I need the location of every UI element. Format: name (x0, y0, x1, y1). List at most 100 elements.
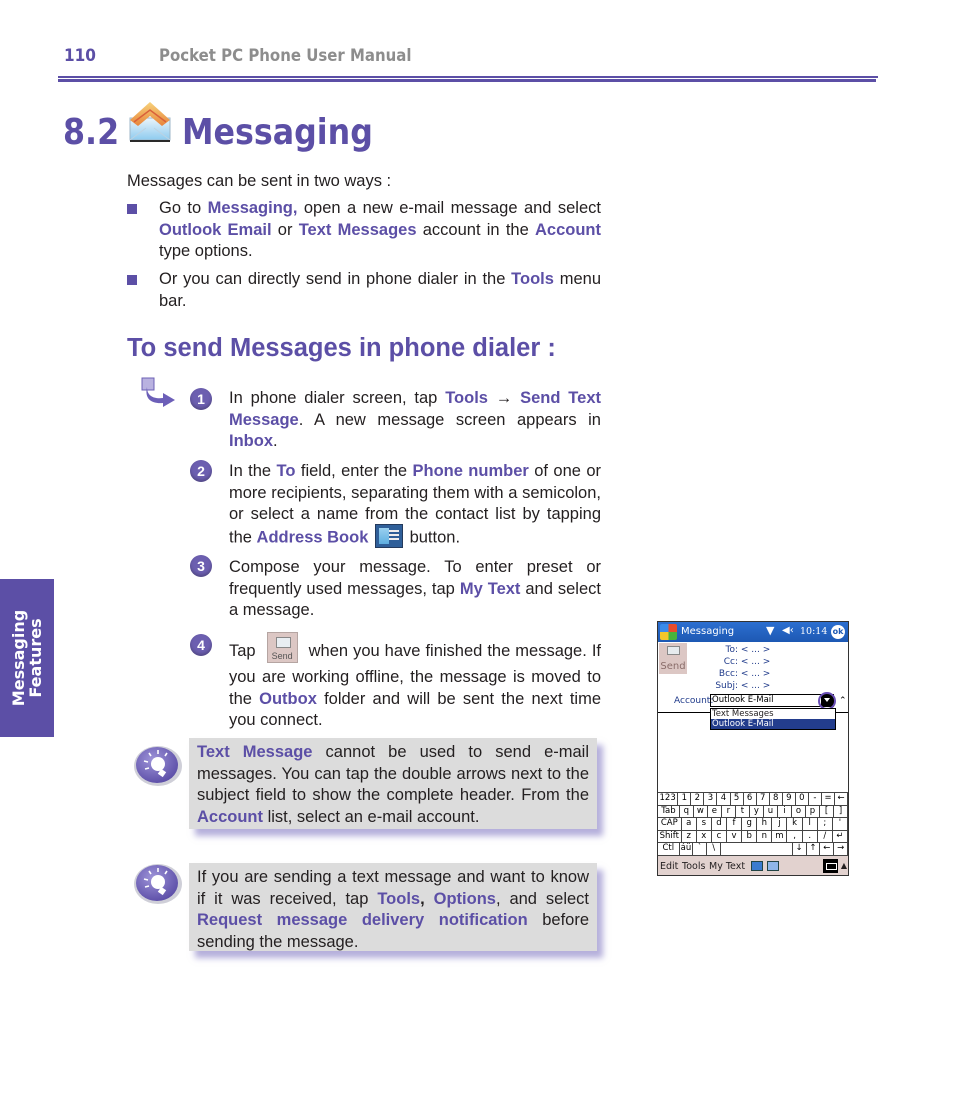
side-tab-line: Messaging (9, 609, 28, 707)
step-text: In phone dialer screen, tap Tools → Send… (229, 388, 601, 453)
keyboard-key[interactable]: c (712, 830, 727, 843)
keyword: My Text (459, 579, 521, 598)
keyboard-key[interactable]: w (694, 805, 708, 818)
keyboard-key[interactable]: g (742, 818, 758, 830)
keyboard-key[interactable]: ↓ (793, 843, 807, 855)
keyboard-key[interactable]: 7 (757, 793, 770, 805)
manual-title: Pocket PC Phone User Manual (159, 46, 412, 66)
keyboard-key[interactable]: y (750, 805, 764, 818)
keyboard-key[interactable]: o (792, 805, 806, 818)
text: open a new e-mail message and select (297, 199, 601, 217)
keyboard-key[interactable]: t (736, 805, 750, 818)
keyboard-key[interactable]: v (727, 830, 743, 843)
keyboard-key[interactable]: r (722, 805, 736, 818)
windows-start-icon[interactable] (660, 624, 677, 640)
keyboard-key[interactable]: d (712, 818, 727, 830)
keyboard-key[interactable]: m (772, 830, 788, 843)
volume-icon[interactable]: ◀‹ (782, 625, 794, 636)
keyword: Phone number (412, 462, 529, 480)
keyword: Options (433, 889, 496, 908)
keyboard-key[interactable]: . (803, 830, 818, 843)
account-option-selected[interactable]: Outlook E-Mail (711, 719, 835, 729)
keyboard-key[interactable]: ↑ (807, 843, 821, 855)
keyboard-key[interactable]: ↵ (833, 830, 848, 843)
keyboard-key[interactable]: 1 (678, 793, 692, 805)
keyword: Request message delivery notification (197, 911, 528, 929)
section-number: 8.2 (63, 112, 120, 153)
intro-text: Messages can be sent in two ways : (127, 172, 392, 190)
menu-edit[interactable]: Edit (660, 861, 678, 872)
keyboard-key[interactable]: l (803, 818, 818, 830)
keyboard-key[interactable]: ← (835, 793, 848, 805)
keyboard-key[interactable]: q (680, 805, 694, 818)
keyboard-key[interactable]: h (757, 818, 773, 830)
keyboard-key[interactable]: j (772, 818, 788, 830)
mail-icon[interactable] (767, 861, 779, 871)
keyword: Tools (511, 270, 554, 288)
keyboard-key[interactable]: Shift (658, 830, 682, 843)
address-book-icon[interactable] (751, 861, 763, 871)
keyboard-key[interactable]: u (764, 805, 778, 818)
keyboard-key[interactable]: CAP (658, 818, 682, 830)
keyboard-key[interactable]: 8 (770, 793, 783, 805)
keyboard-key[interactable]: ` (693, 843, 708, 855)
keyboard-key[interactable] (721, 843, 793, 855)
field-value: < ... > (740, 669, 771, 679)
keyboard-key[interactable]: ← (820, 843, 835, 855)
keyboard-key[interactable]: → (834, 843, 848, 855)
keyboard-key[interactable]: Tab (658, 805, 680, 818)
keyboard-key[interactable]: ; (818, 818, 833, 830)
keyboard-key[interactable]: 9 (783, 793, 796, 805)
keyboard-key[interactable]: áü (680, 843, 694, 855)
device-send-button[interactable]: Send (659, 643, 687, 674)
keyboard-key[interactable]: [ (820, 805, 834, 818)
step-number-badge: 1 (190, 388, 212, 410)
keyboard-key[interactable]: i (778, 805, 792, 818)
keyboard-key[interactable]: k (787, 818, 803, 830)
subject-field[interactable]: Subj: < ... > (708, 681, 770, 691)
chapter-side-tab: Messaging Features (0, 579, 54, 737)
keyboard-key[interactable]: = (822, 793, 836, 805)
cc-field[interactable]: Cc: < ... > (708, 657, 771, 667)
ok-button[interactable]: ok (831, 625, 845, 639)
bcc-field[interactable]: Bcc: < ... > (708, 669, 770, 679)
keyboard-key[interactable]: 5 (731, 793, 744, 805)
keyboard-key[interactable]: 6 (744, 793, 757, 805)
to-field[interactable]: To: < ... > (708, 645, 770, 655)
keyboard-key[interactable]: x (697, 830, 712, 843)
account-select[interactable]: Outlook E-Mail (710, 694, 834, 707)
keyboard-key[interactable]: Ctl (658, 843, 680, 855)
keyboard-icon[interactable] (823, 859, 838, 873)
keyboard-key[interactable]: , (787, 830, 803, 843)
account-option[interactable]: Text Messages (711, 709, 835, 719)
account-label: Account: (674, 696, 714, 706)
keyboard-key[interactable]: f (727, 818, 743, 830)
keyboard-key[interactable]: ] (834, 805, 848, 818)
keyword: Outlook Email (159, 220, 272, 239)
keyboard-key[interactable]: 2 (691, 793, 705, 805)
keyboard-key[interactable]: s (697, 818, 712, 830)
double-arrow-expand-icon[interactable]: ⌃ (839, 696, 847, 706)
step-number-badge: 2 (190, 460, 212, 482)
keyboard-key[interactable]: n (757, 830, 773, 843)
keyboard-key[interactable]: e (708, 805, 722, 818)
field-value: < ... > (740, 657, 771, 667)
keyboard-key[interactable]: 123 (658, 793, 679, 805)
keyboard-key[interactable]: a (682, 818, 697, 830)
keyboard-key[interactable]: \ (707, 843, 722, 855)
input-selector-arrow-icon[interactable]: ▲ (839, 859, 848, 873)
keyboard-key[interactable]: 3 (704, 793, 718, 805)
keyboard-key[interactable]: - (809, 793, 822, 805)
keyboard-key[interactable]: z (682, 830, 697, 843)
keyboard-key[interactable]: 0 (796, 793, 809, 805)
text: . (273, 432, 278, 450)
lightbulb-tip-icon (134, 864, 182, 904)
keyboard-key[interactable]: ' (833, 818, 848, 830)
keyboard-key[interactable]: b (742, 830, 758, 843)
keyboard-key[interactable]: p (806, 805, 820, 818)
keyboard-key[interactable]: / (818, 830, 833, 843)
menu-my-text[interactable]: My Text (709, 861, 745, 872)
keyboard-key[interactable]: 4 (717, 793, 731, 805)
menu-tools[interactable]: Tools (682, 861, 705, 872)
field-label: Subj: (715, 681, 738, 691)
